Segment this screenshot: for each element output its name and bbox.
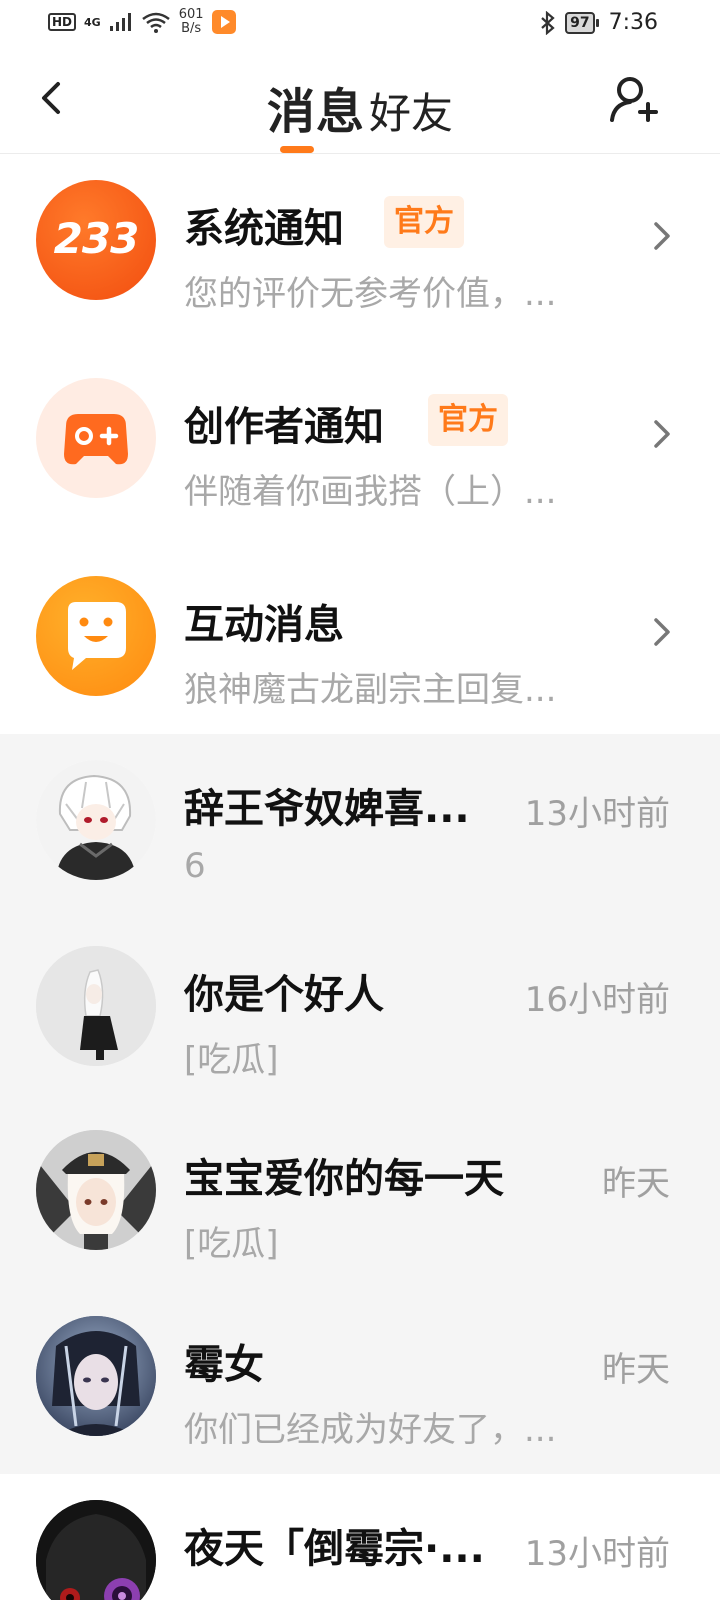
item-title: 互动消息 xyxy=(184,602,344,648)
item-subtitle: 伴随着你画我搭（上）... xyxy=(184,472,557,512)
clock: 7:36 xyxy=(608,10,658,35)
chat-name: 你是个好人 xyxy=(184,972,384,1018)
user-avatar-icon xyxy=(36,1130,156,1250)
chevron-right-icon xyxy=(654,618,670,646)
signal-icon xyxy=(109,13,131,31)
user-avatar-icon xyxy=(36,760,156,880)
chat-list-lower: 夜天「倒霉宗·... 13小时前 xyxy=(0,1474,720,1600)
chat-list: 辞王爷奴婢喜... 13小时前 6 你是个好人 16小时前 [吃瓜] 宝宝爱你的… xyxy=(0,734,720,1474)
list-item-interaction-messages[interactable]: 互动消息 狼神魔古龙副宗主回复... xyxy=(0,550,720,740)
chat-time: 昨天 xyxy=(602,1164,670,1204)
user-avatar-icon xyxy=(36,946,156,1066)
gamepad-icon xyxy=(64,414,128,465)
chat-item[interactable]: 你是个好人 16小时前 [吃瓜] xyxy=(0,920,720,1110)
chat-preview: 6 xyxy=(184,846,206,886)
chat-item[interactable]: 霉女 昨天 你们已经成为好友了，... xyxy=(0,1290,720,1480)
chat-time: 16小时前 xyxy=(524,980,670,1020)
item-title: 系统通知 xyxy=(184,206,344,252)
status-bar: HD 4G 601 B/s 97 7:36 xyxy=(0,0,720,50)
chat-preview: [吃瓜] xyxy=(184,1224,279,1264)
notice-list: 233 系统通知 官方 您的评价无参考价值，... 创作者通知 官方 伴随着你画… xyxy=(0,154,720,734)
chat-item[interactable]: 夜天「倒霉宗·... 13小时前 xyxy=(0,1474,720,1600)
chat-item[interactable]: 辞王爷奴婢喜... 13小时前 6 xyxy=(0,734,720,924)
item-subtitle: 您的评价无参考价值，... xyxy=(184,274,557,314)
avatar xyxy=(36,1316,156,1436)
233-logo-icon: 233 xyxy=(53,214,140,263)
smile-chat-icon xyxy=(68,602,126,670)
avatar xyxy=(36,1130,156,1250)
chat-name: 夜天「倒霉宗·... xyxy=(184,1526,485,1572)
avatar xyxy=(36,1500,156,1600)
interaction-avatar xyxy=(36,576,156,696)
bluetooth-icon xyxy=(541,10,555,35)
chat-time: 13小时前 xyxy=(524,1534,670,1574)
tab-messages[interactable]: 消息 xyxy=(267,84,365,140)
chat-time: 昨天 xyxy=(602,1350,670,1390)
avatar xyxy=(36,946,156,1066)
speed-value: 601 xyxy=(178,7,204,22)
chat-preview: 你们已经成为好友了，... xyxy=(184,1410,557,1450)
network-type: 4G xyxy=(84,15,101,29)
official-badge: 官方 xyxy=(428,394,508,446)
wifi-icon xyxy=(141,12,170,33)
list-item-system-notice[interactable]: 233 系统通知 官方 您的评价无参考价值，... xyxy=(0,154,720,344)
network-speed: 601 B/s xyxy=(179,8,204,36)
creator-notice-avatar xyxy=(36,378,156,498)
list-item-creator-notice[interactable]: 创作者通知 官方 伴随着你画我搭（上）... xyxy=(0,352,720,542)
chat-time: 13小时前 xyxy=(524,794,670,834)
official-badge: 官方 xyxy=(384,196,464,248)
chevron-right-icon xyxy=(654,420,670,448)
chat-preview: [吃瓜] xyxy=(184,1040,279,1080)
battery-indicator: 97 xyxy=(565,11,600,34)
hd-indicator: HD xyxy=(48,13,77,31)
chat-item[interactable]: 宝宝爱你的每一天 昨天 [吃瓜] xyxy=(0,1104,720,1294)
add-friend-icon[interactable] xyxy=(608,72,660,126)
video-app-icon xyxy=(211,10,236,34)
chat-name: 辞王爷奴婢喜... xyxy=(184,786,470,832)
chat-name: 霉女 xyxy=(184,1342,264,1388)
speed-unit: B/s xyxy=(181,21,202,36)
tab-friends[interactable]: 好友 xyxy=(369,89,453,138)
user-avatar-icon xyxy=(36,1500,156,1600)
avatar xyxy=(36,760,156,880)
chevron-right-icon xyxy=(654,222,670,250)
item-subtitle: 狼神魔古龙副宗主回复... xyxy=(184,670,557,710)
chat-name: 宝宝爱你的每一天 xyxy=(184,1156,504,1202)
system-notice-avatar: 233 xyxy=(36,180,156,300)
active-tab-indicator xyxy=(280,146,314,153)
user-avatar-icon xyxy=(36,1316,156,1436)
item-title: 创作者通知 xyxy=(184,404,384,450)
